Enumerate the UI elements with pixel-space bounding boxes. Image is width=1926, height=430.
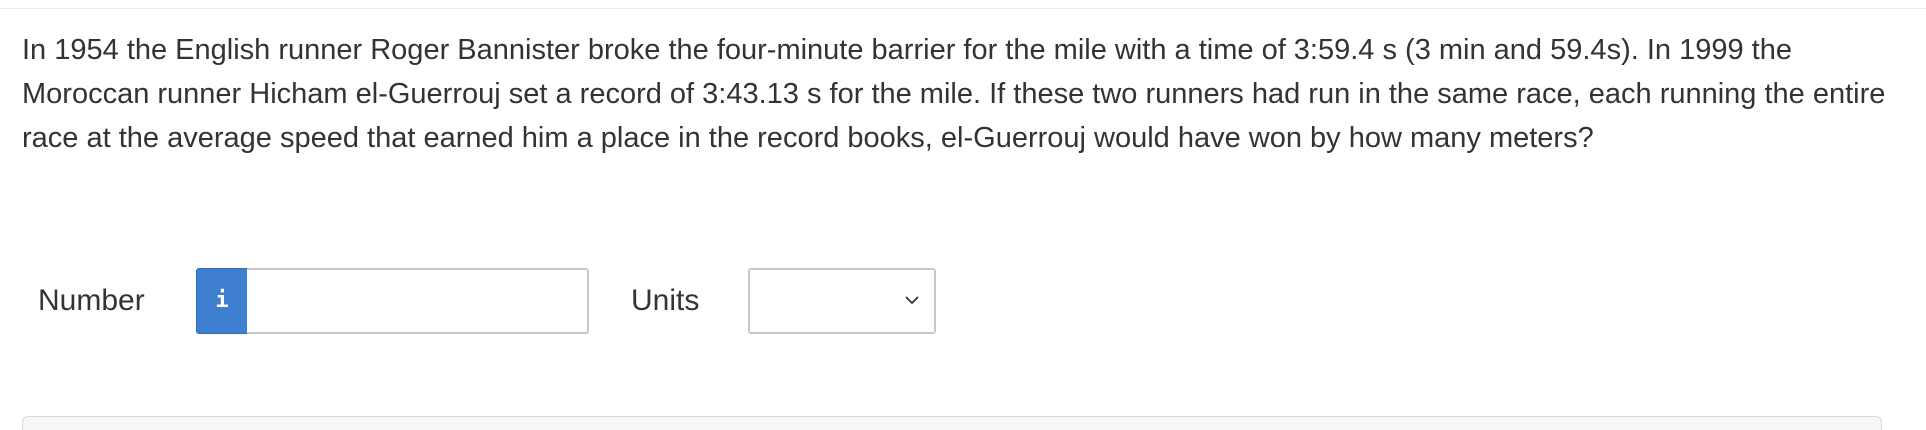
hint-panel (22, 416, 1882, 430)
answer-row: Number i Units (0, 268, 1926, 334)
chevron-down-icon (905, 296, 919, 305)
number-label: Number (38, 284, 145, 317)
info-button[interactable]: i (196, 268, 248, 334)
top-divider (0, 8, 1926, 9)
question-page: In 1954 the English runner Roger Bannist… (0, 0, 1926, 430)
info-icon: i (215, 288, 229, 313)
question-text: In 1954 the English runner Roger Bannist… (22, 34, 1886, 154)
number-input[interactable] (247, 268, 589, 334)
units-select[interactable] (748, 268, 936, 334)
units-label: Units (631, 284, 700, 317)
